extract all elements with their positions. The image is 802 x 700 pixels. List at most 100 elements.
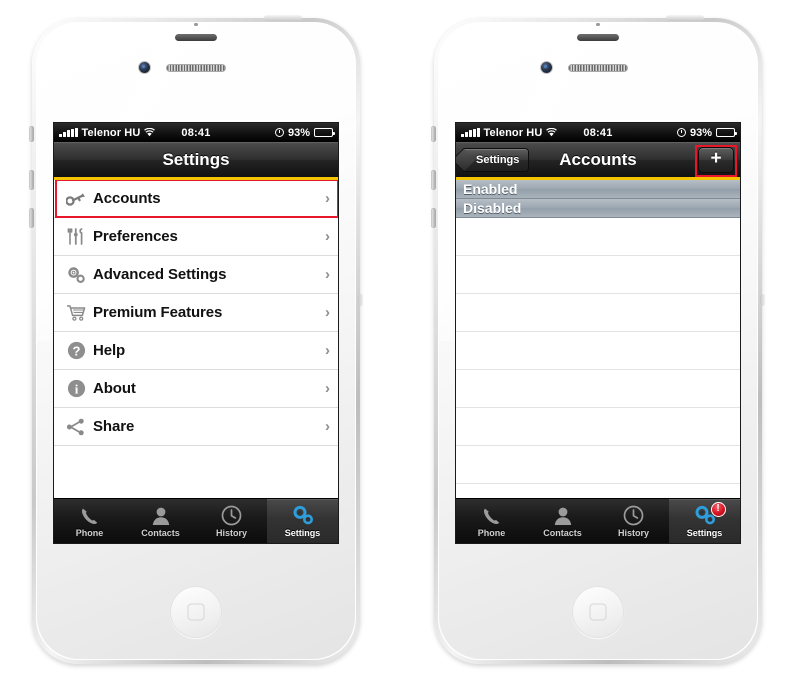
sim-tray-left	[358, 294, 363, 306]
chevron-right-icon: ›	[325, 228, 330, 245]
power-button-right[interactable]	[666, 15, 704, 21]
sidebar-item-share[interactable]: Share ›	[54, 408, 338, 446]
tab-contacts[interactable]: Contacts	[125, 499, 196, 543]
tab-label: History	[617, 527, 649, 538]
status-bar-left-group: Telenor HU	[59, 126, 156, 139]
volume-down-button-right[interactable]	[431, 208, 436, 228]
question-icon: ?	[63, 341, 89, 360]
sidebar-item-accounts[interactable]: Accounts ›	[54, 180, 338, 218]
alarm-clock-icon	[274, 128, 284, 137]
proximity-slot-left	[175, 34, 217, 41]
nav-bar-right: Settings Accounts +	[456, 142, 740, 180]
chevron-right-icon: ›	[325, 304, 330, 321]
silent-switch-left[interactable]	[29, 126, 34, 142]
list-item[interactable]	[456, 446, 740, 484]
tab-label: Settings	[686, 527, 723, 538]
microphone-dot-left	[194, 23, 198, 26]
power-button-left[interactable]	[264, 15, 302, 21]
tab-label: Contacts	[543, 527, 582, 538]
tab-bar-right: Phone Contacts History ! Settings	[456, 498, 740, 543]
share-icon	[63, 418, 89, 436]
tab-phone[interactable]: Phone	[456, 499, 527, 543]
info-icon: i	[63, 379, 89, 398]
list-item[interactable]	[456, 370, 740, 408]
battery-icon	[314, 128, 335, 137]
phone-handset-icon	[481, 505, 503, 527]
page-title-left: Settings	[162, 149, 230, 169]
sidebar-item-label: Preferences	[93, 228, 178, 245]
nav-bar-left: Settings	[54, 142, 338, 180]
tab-contacts[interactable]: Contacts	[527, 499, 598, 543]
volume-up-button-right[interactable]	[431, 170, 436, 190]
status-bar-left: Telenor HU 08:41 93%	[54, 123, 338, 142]
tab-label: Phone	[477, 527, 506, 538]
earpiece-speaker-left	[166, 64, 226, 72]
phone-device-left: Telenor HU 08:41 93% Settings Accounts ›…	[29, 15, 363, 664]
front-camera-icon-right	[541, 62, 552, 73]
signal-bars-icon	[59, 128, 78, 137]
chevron-right-icon: ›	[325, 418, 330, 435]
sidebar-item-premium-features[interactable]: Premium Features ›	[54, 294, 338, 332]
battery-percent-label: 93%	[689, 126, 712, 139]
volume-up-button-left[interactable]	[29, 170, 34, 190]
tab-phone[interactable]: Phone	[54, 499, 125, 543]
list-item[interactable]	[456, 484, 740, 498]
svg-text:?: ?	[72, 343, 80, 358]
list-item[interactable]	[456, 332, 740, 370]
tab-label: Phone	[75, 527, 104, 538]
add-account-button[interactable]: +	[698, 146, 734, 173]
earpiece-speaker-right	[568, 64, 628, 72]
phone-screen-right: Telenor HU 08:41 93% Settings Accounts +	[455, 122, 741, 544]
carrier-label: Telenor HU	[81, 126, 141, 139]
chevron-right-icon: ›	[325, 342, 330, 359]
tab-history[interactable]: History	[598, 499, 669, 543]
volume-down-button-left[interactable]	[29, 208, 34, 228]
back-button[interactable]: Settings	[462, 147, 530, 172]
proximity-slot-right	[577, 34, 619, 41]
cart-icon	[63, 304, 89, 321]
gears-icon	[291, 505, 315, 527]
gears-icon: !	[693, 501, 726, 527]
carrier-label: Telenor HU	[483, 126, 543, 139]
tab-label: Settings	[284, 527, 321, 538]
sidebar-item-advanced-settings[interactable]: Advanced Settings ›	[54, 256, 338, 294]
sidebar-item-preferences[interactable]: Preferences ›	[54, 218, 338, 256]
home-button-right[interactable]	[572, 586, 624, 638]
status-bar-right-group: 93%	[274, 127, 335, 139]
tab-label: Contacts	[141, 527, 180, 538]
tab-settings[interactable]: ! Settings	[669, 499, 740, 543]
signal-bars-icon	[461, 128, 480, 137]
tools-icon	[63, 228, 89, 245]
settings-list: Accounts › Preferences › Advanced Settin…	[54, 180, 338, 498]
clock-icon	[221, 505, 242, 527]
chevron-right-icon: ›	[325, 266, 330, 283]
status-bar-right-group: 93%	[676, 126, 737, 139]
list-item[interactable]	[456, 408, 740, 446]
list-item[interactable]	[456, 218, 740, 256]
phone-handset-icon	[79, 505, 101, 527]
clock-icon	[623, 505, 644, 527]
list-item[interactable]	[456, 294, 740, 332]
plus-icon: +	[710, 148, 722, 169]
list-item[interactable]	[456, 256, 740, 294]
sidebar-item-label: About	[93, 380, 136, 397]
chevron-right-icon: ›	[325, 190, 330, 207]
chevron-right-icon: ›	[325, 380, 330, 397]
alarm-clock-icon	[676, 128, 686, 137]
tab-settings[interactable]: Settings	[267, 499, 338, 543]
sidebar-item-help[interactable]: ? Help ›	[54, 332, 338, 370]
person-icon	[151, 505, 171, 527]
group-header-enabled: Enabled	[456, 180, 740, 199]
svg-text:i: i	[74, 381, 78, 396]
microphone-dot-right	[596, 23, 600, 26]
wifi-icon	[546, 128, 558, 137]
home-button-left[interactable]	[170, 586, 222, 638]
screenshot-stage: Telenor HU 08:41 93% Settings Accounts ›…	[0, 0, 802, 700]
silent-switch-right[interactable]	[431, 126, 436, 142]
sidebar-item-about[interactable]: i About ›	[54, 370, 338, 408]
phone-device-right: Telenor HU 08:41 93% Settings Accounts +	[431, 15, 765, 664]
wifi-icon	[144, 128, 156, 137]
tab-history[interactable]: History	[196, 499, 267, 543]
sidebar-item-label: Help	[93, 342, 126, 359]
sidebar-item-label: Share	[93, 418, 135, 435]
